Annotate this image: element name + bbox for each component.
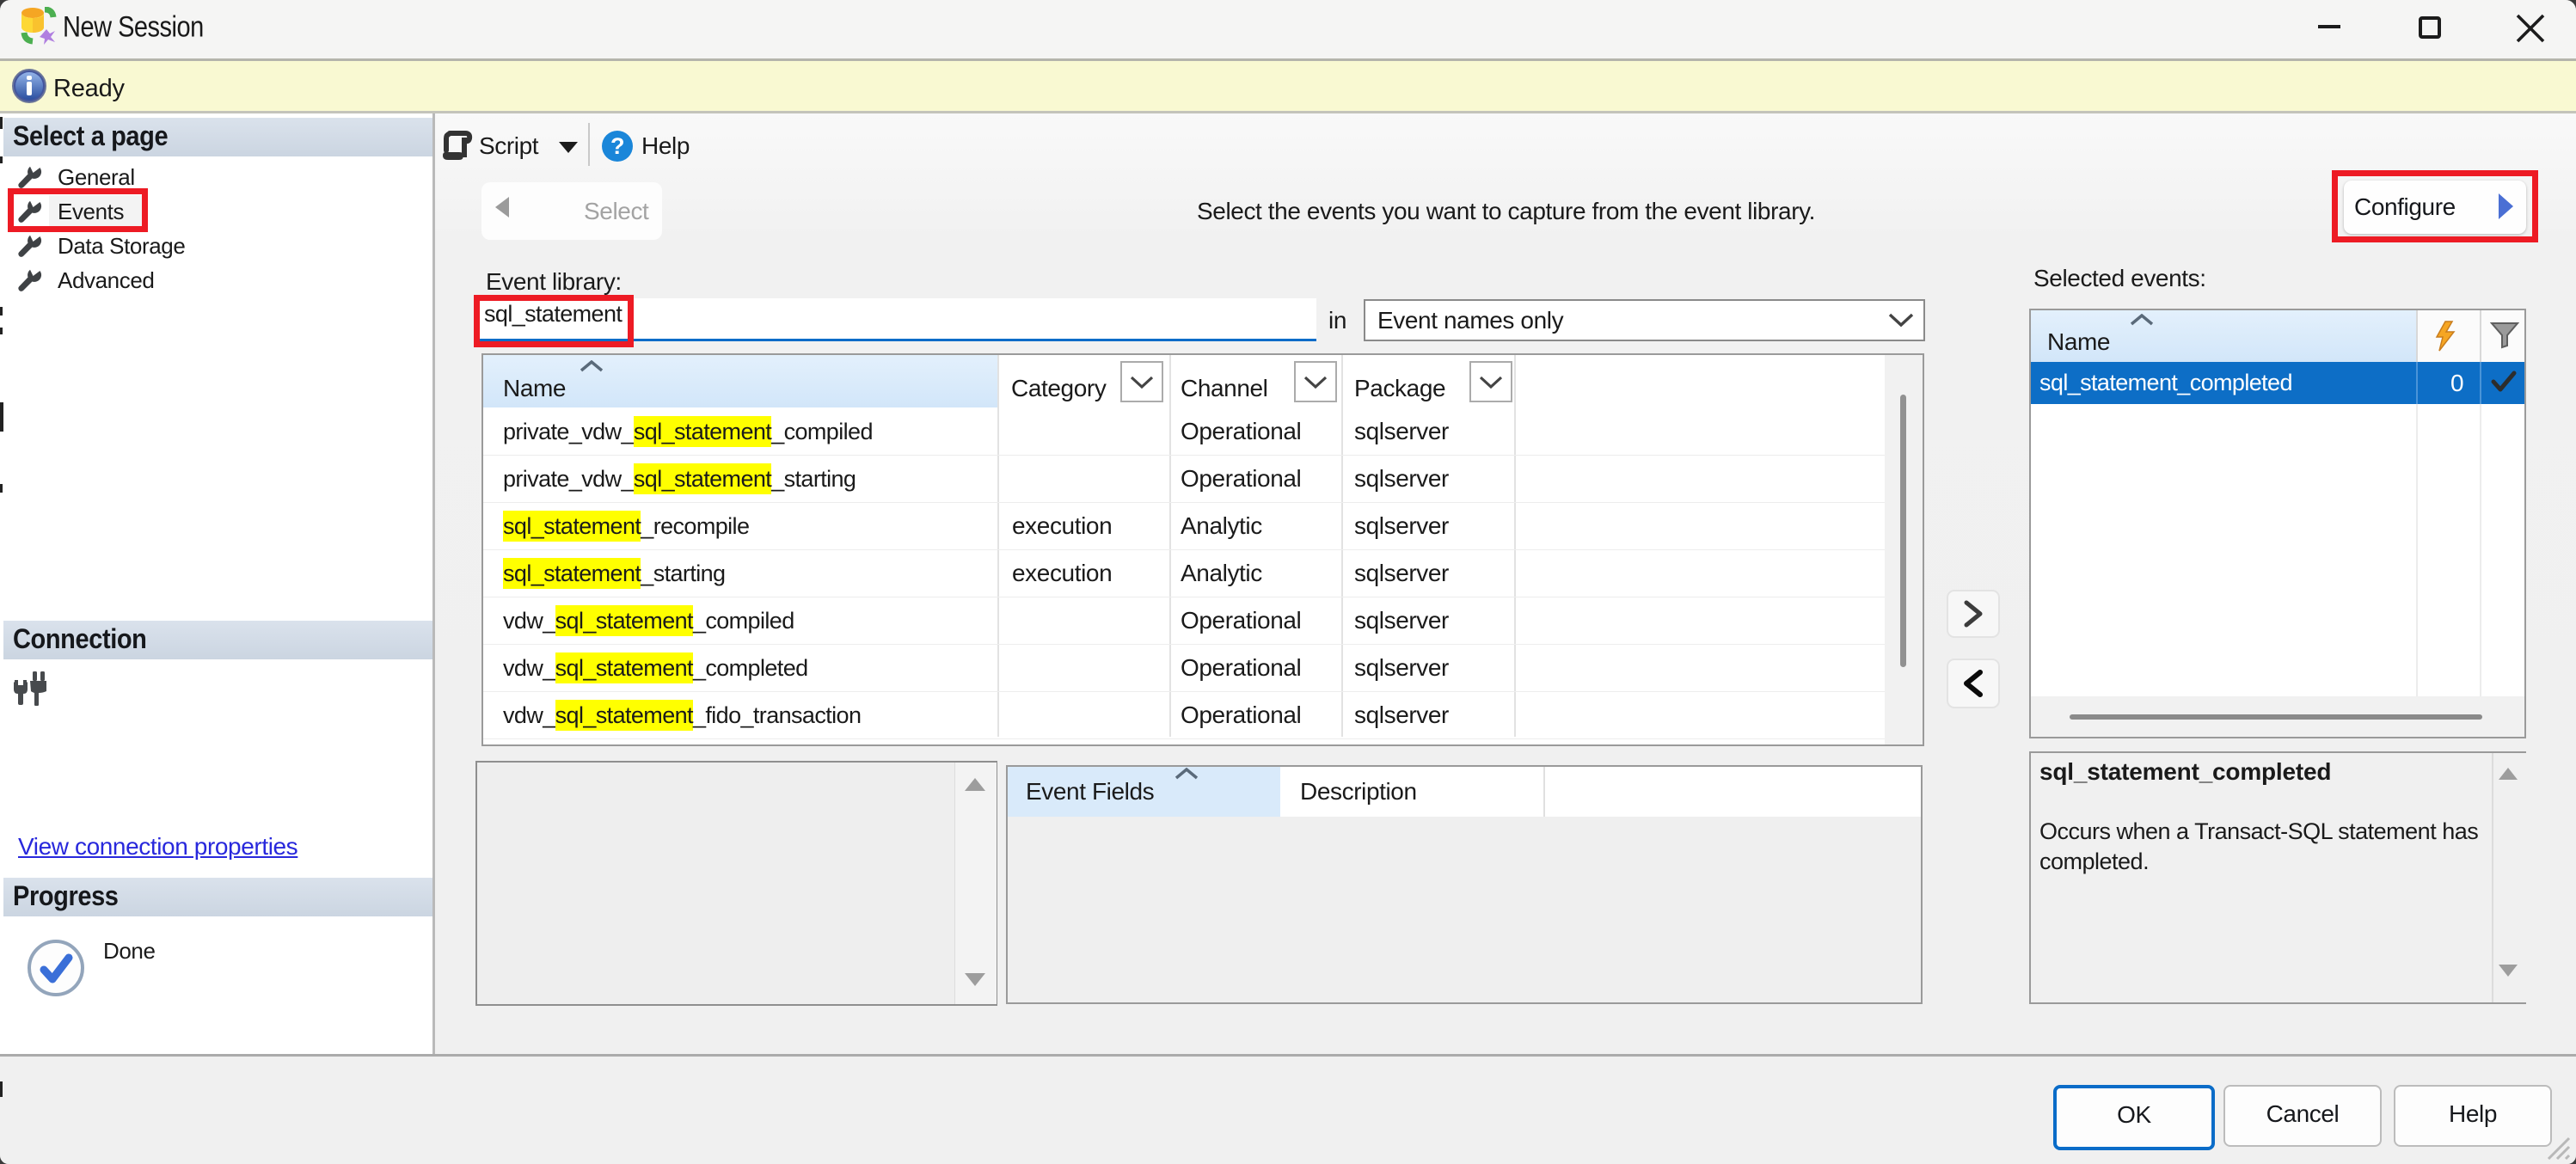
- svg-text:?: ?: [610, 133, 624, 159]
